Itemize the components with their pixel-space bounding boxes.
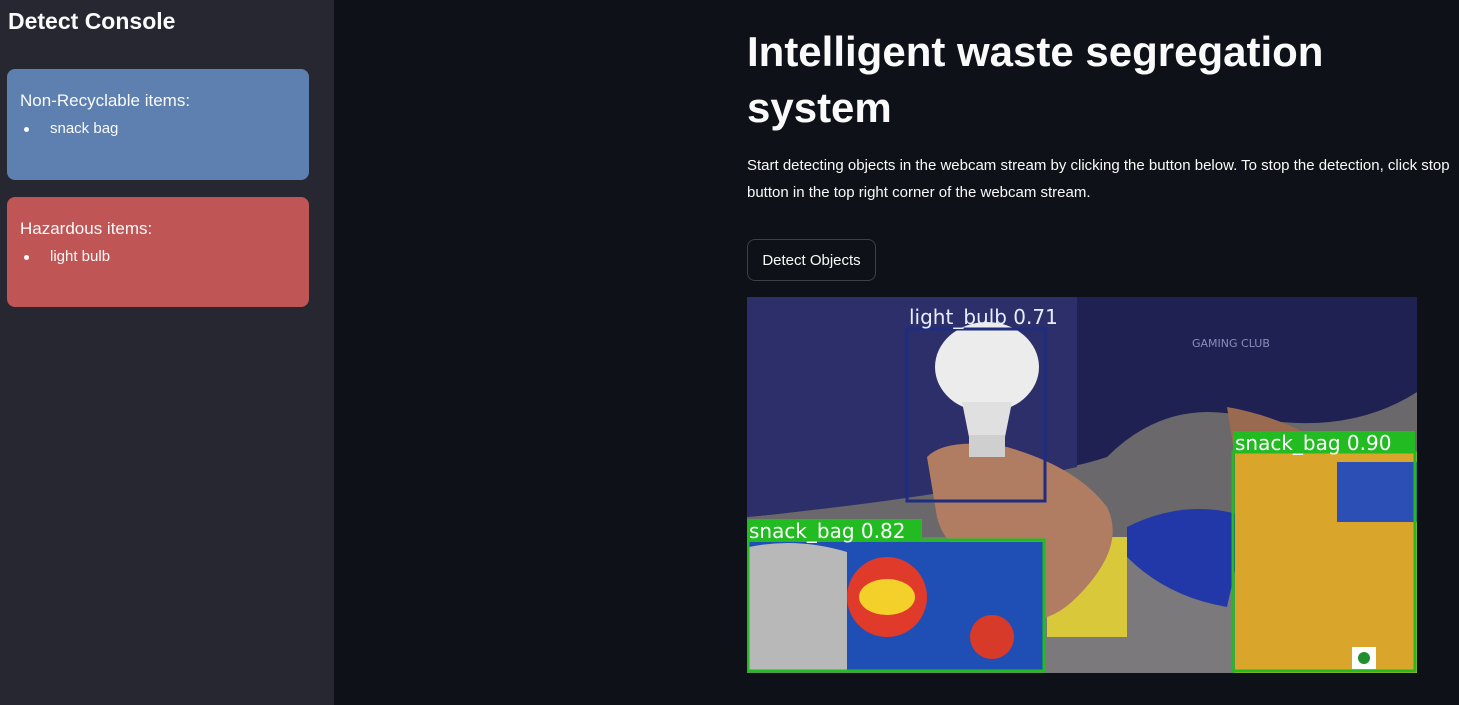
main-content: Intelligent waste segregation system Sta… — [334, 0, 1459, 705]
non-recyclable-heading: Non-Recyclable items: — [20, 91, 191, 110]
veg-dot — [1358, 652, 1370, 664]
non-recyclable-card: Non-Recyclable items: snack bag — [7, 69, 309, 180]
hazardous-heading: Hazardous items: — [20, 219, 153, 238]
hazardous-card: Hazardous items: light bulb — [7, 197, 309, 307]
webcam-stream: GAMING CLUB light_bulb 0.71 snack_bag 0.… — [747, 297, 1417, 673]
label-light-bulb: light_bulb 0.71 — [909, 305, 1058, 329]
hazardous-list: light bulb — [20, 245, 296, 269]
webcam-frame: GAMING CLUB light_bulb 0.71 snack_bag 0.… — [747, 297, 1417, 673]
bulb-glass — [935, 322, 1039, 412]
badge-circle — [970, 615, 1014, 659]
shirt-text: GAMING CLUB — [1192, 337, 1270, 350]
sidebar-title: Detect Console — [8, 8, 176, 34]
sidebar: Detect Console Non-Recyclable items: sna… — [0, 0, 334, 705]
description-text: Start detecting objects in the webcam st… — [747, 157, 1450, 201]
app-window: Detect Console Non-Recyclable items: sna… — [0, 0, 1459, 705]
list-item: snack bag — [20, 117, 296, 141]
lays-logo-inner — [859, 579, 915, 615]
bulb-base — [969, 435, 1005, 457]
label-snack-bag-left: snack_bag 0.82 — [749, 519, 905, 543]
bulb-neck — [962, 402, 1012, 437]
snack-bag-right-brand — [1337, 462, 1417, 522]
page-title: Intelligent waste segregation system — [747, 28, 1324, 131]
detect-objects-button[interactable]: Detect Objects — [747, 239, 876, 281]
foil-wrapper — [749, 543, 847, 670]
list-item: light bulb — [20, 245, 296, 269]
non-recyclable-list: snack bag — [20, 117, 296, 141]
label-snack-bag-right: snack_bag 0.90 — [1235, 431, 1391, 455]
